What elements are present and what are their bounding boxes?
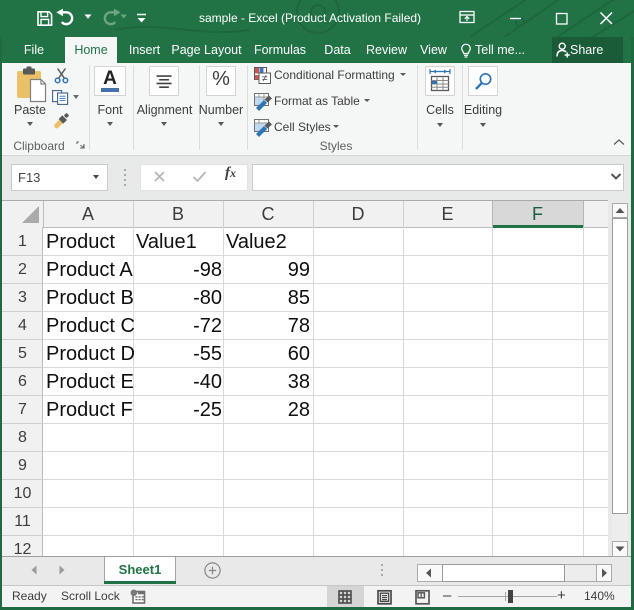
svg-text:≠: ≠: [262, 74, 268, 84]
